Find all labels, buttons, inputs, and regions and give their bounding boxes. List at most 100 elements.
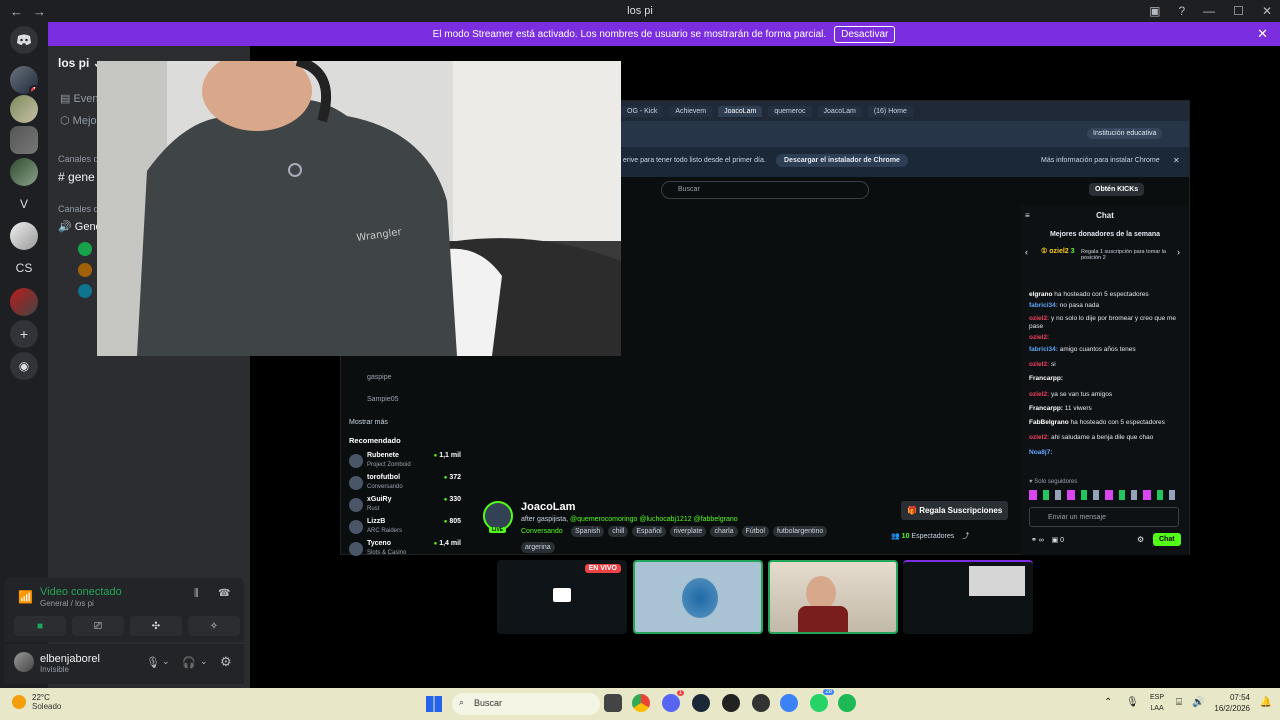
maximize-button[interactable]: ☐ bbox=[1233, 4, 1244, 18]
server-icon-2[interactable] bbox=[10, 95, 38, 123]
chat-username[interactable]: oziel2: bbox=[1029, 391, 1049, 398]
chrome-icon[interactable] bbox=[632, 694, 650, 712]
tag[interactable]: chill bbox=[608, 526, 629, 537]
network-icon[interactable]: ⌸ bbox=[1176, 697, 1182, 708]
gift-subs-button[interactable]: 🎁 Regala Suscripciones bbox=[901, 501, 1009, 520]
show-more-link[interactable]: Mostrar más bbox=[349, 419, 388, 426]
tag[interactable]: futbolargentino bbox=[773, 526, 828, 537]
chat-username[interactable]: oziel2: bbox=[1029, 315, 1049, 322]
chat-input[interactable]: Enviar un mensaje bbox=[1029, 507, 1179, 527]
followed-channel[interactable]: gaspipe bbox=[367, 374, 392, 381]
chat-username[interactable]: oziel2: bbox=[1029, 434, 1049, 441]
chat-username[interactable]: FabBelgrano bbox=[1029, 419, 1069, 426]
taskbar-search[interactable]: ⌕ Buscar bbox=[452, 693, 600, 715]
category-text[interactable]: Canales d bbox=[58, 154, 99, 164]
help-icon[interactable]: ? bbox=[1178, 4, 1185, 18]
server-icon-5[interactable] bbox=[10, 222, 38, 250]
close-icon[interactable]: ✕ bbox=[1173, 156, 1180, 165]
steam-icon[interactable] bbox=[692, 694, 710, 712]
chevron-down-icon[interactable]: ⌄ bbox=[162, 656, 170, 667]
stream-category[interactable]: Conversando bbox=[521, 528, 563, 535]
explore-icon[interactable]: ◉ bbox=[10, 352, 38, 380]
channel-general-voice[interactable]: 🔊 Gene bbox=[58, 220, 102, 233]
server-icon-cs[interactable]: CS bbox=[10, 254, 38, 282]
app-icon[interactable] bbox=[780, 694, 798, 712]
noise-suppression-icon[interactable]: ⫼ bbox=[194, 588, 199, 599]
recommended-item[interactable]: LizzBARC Raiders805 bbox=[349, 518, 461, 538]
chat-username[interactable]: Francarpp: bbox=[1029, 405, 1063, 412]
app-icon[interactable] bbox=[722, 694, 740, 712]
browser-tab[interactable]: JoacoLam bbox=[817, 105, 862, 117]
tag[interactable]: charla bbox=[710, 526, 738, 537]
disable-streamer-button[interactable]: Desactivar bbox=[834, 25, 896, 43]
chevron-right-icon[interactable]: › bbox=[1177, 247, 1180, 257]
disconnect-icon[interactable]: ☎ bbox=[218, 588, 230, 599]
recommended-item[interactable]: torofutbolConversando372 bbox=[349, 474, 461, 494]
chat-username[interactable]: Noa8j7: bbox=[1029, 449, 1052, 456]
discord-home-icon[interactable] bbox=[10, 26, 38, 54]
recommended-item[interactable]: TycenoSlots & Casino1,4 mil bbox=[349, 540, 461, 560]
events-item[interactable]: ▤ Even bbox=[60, 92, 99, 105]
stream-thumbnail-screen[interactable]: EN VIVO bbox=[497, 560, 627, 634]
category-voice[interactable]: Canales d bbox=[58, 204, 99, 214]
volume-icon[interactable]: 🔊 bbox=[1192, 697, 1204, 708]
activities-button[interactable]: ✣ bbox=[130, 616, 182, 636]
server-icon-4[interactable] bbox=[10, 158, 38, 186]
followed-channel[interactable]: Sampie05 bbox=[367, 396, 399, 403]
chat-username[interactable]: elgrano bbox=[1029, 291, 1052, 298]
chat-username[interactable]: fabrici34: bbox=[1029, 346, 1058, 353]
server-icon-v[interactable]: V bbox=[10, 190, 38, 218]
inbox-icon[interactable]: ▣ bbox=[1149, 4, 1160, 18]
server-icon-1[interactable]: 1 bbox=[10, 66, 38, 94]
weather-widget[interactable]: 22°C Soleado bbox=[12, 693, 61, 711]
voice-user-avatar[interactable] bbox=[78, 242, 92, 256]
forward-arrow-icon[interactable]: → bbox=[33, 4, 46, 19]
kick-search-input[interactable]: Buscar bbox=[661, 181, 869, 199]
webcam-video[interactable]: Wrangler bbox=[97, 61, 621, 356]
gear-icon[interactable]: ⚙ bbox=[220, 654, 232, 670]
obs-icon[interactable] bbox=[752, 694, 770, 712]
headphones-icon[interactable]: 🎧 bbox=[182, 656, 196, 669]
chevron-down-icon[interactable]: ⌄ bbox=[200, 656, 208, 667]
tag[interactable]: Spanish bbox=[571, 526, 605, 537]
tag[interactable]: Español bbox=[632, 526, 666, 537]
recommended-item[interactable]: RubeneteProject Zomboid1,1 mil bbox=[349, 452, 461, 472]
streamer-name[interactable]: JoacoLam bbox=[521, 501, 575, 513]
profile-chip[interactable]: Institución educativa bbox=[1087, 128, 1163, 139]
browser-tab[interactable]: Achievem bbox=[669, 105, 713, 117]
chat-username[interactable]: fabrici34: bbox=[1029, 302, 1058, 309]
get-kicks-button[interactable]: Obtén KICKs bbox=[1089, 183, 1145, 196]
more-info-link[interactable]: Más información para instalar Chrome bbox=[1041, 157, 1160, 164]
send-chat-button[interactable]: Chat bbox=[1153, 533, 1181, 546]
minimize-button[interactable]: — bbox=[1203, 4, 1215, 18]
back-arrow-icon[interactable]: ← bbox=[10, 4, 23, 19]
participant-tile[interactable] bbox=[768, 560, 898, 634]
language-indicator[interactable]: ESP LAA bbox=[1150, 692, 1164, 714]
close-icon[interactable]: ✕ bbox=[1257, 26, 1268, 42]
emote-bar[interactable] bbox=[1029, 490, 1179, 500]
notifications-icon[interactable]: 🔔 bbox=[1260, 697, 1272, 708]
tag[interactable]: Fútbol bbox=[741, 526, 769, 537]
screen-share-button[interactable]: ⎚ bbox=[72, 616, 124, 636]
clock[interactable]: 07:54 16/2/2026 bbox=[1214, 692, 1250, 714]
username[interactable]: elbenjaborel bbox=[40, 653, 100, 665]
task-view-icon[interactable] bbox=[604, 694, 622, 712]
windows-start-icon[interactable] bbox=[426, 696, 442, 712]
tag[interactable]: argerina bbox=[521, 542, 555, 553]
download-installer-button[interactable]: Descargar el instalador de Chrome bbox=[776, 154, 908, 167]
voice-location[interactable]: General / los pi bbox=[40, 599, 94, 608]
channel-general-text[interactable]: # gene bbox=[58, 170, 95, 184]
discord-icon[interactable]: 1 bbox=[662, 690, 684, 712]
microphone-icon[interactable]: 🎙 bbox=[1126, 697, 1139, 708]
chat-username[interactable]: Francarpp: bbox=[1029, 375, 1063, 382]
close-window-button[interactable]: ✕ bbox=[1262, 4, 1272, 18]
chevron-left-icon[interactable]: ‹ bbox=[1025, 247, 1028, 257]
boosts-item[interactable]: ⬡ Mejo bbox=[60, 114, 97, 127]
browser-tab[interactable]: OG - Kick bbox=[621, 105, 664, 117]
camera-button[interactable]: ■ bbox=[14, 616, 66, 636]
voice-user-avatar[interactable] bbox=[78, 284, 92, 298]
spotify-icon[interactable] bbox=[838, 694, 856, 712]
browser-tab[interactable]: (16) Home bbox=[867, 105, 913, 117]
gear-icon[interactable]: ⚙ bbox=[1137, 535, 1144, 544]
chat-username[interactable]: oziel2: bbox=[1029, 334, 1049, 341]
